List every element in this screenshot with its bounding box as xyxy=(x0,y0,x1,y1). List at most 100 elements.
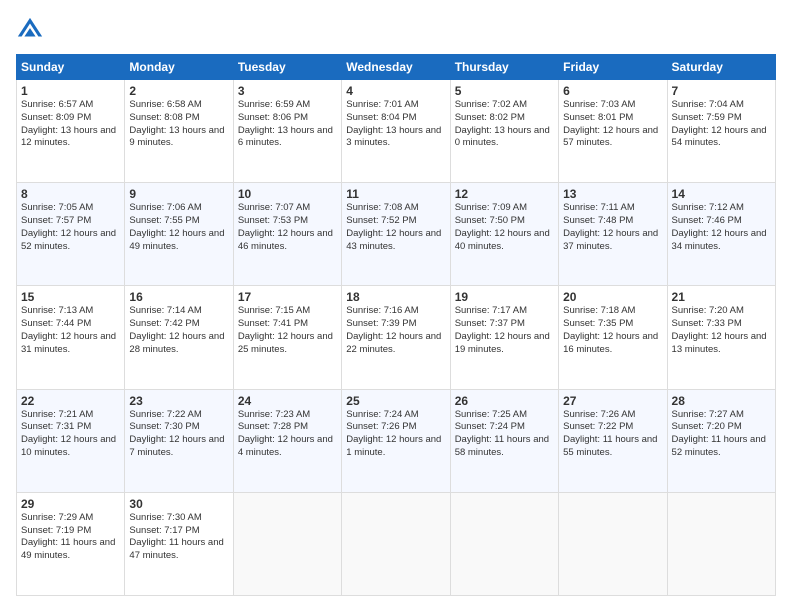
day-info: Sunrise: 7:06 AM Sunset: 7:55 PM Dayligh… xyxy=(129,202,228,253)
day-info: Sunrise: 7:16 AM Sunset: 7:39 PM Dayligh… xyxy=(346,305,445,356)
day-info: Sunrise: 6:58 AM Sunset: 8:08 PM Dayligh… xyxy=(129,99,228,150)
day-info: Sunrise: 7:17 AM Sunset: 7:37 PM Dayligh… xyxy=(455,305,554,356)
day-cell xyxy=(559,492,667,595)
day-info: Sunrise: 6:59 AM Sunset: 8:06 PM Dayligh… xyxy=(238,99,337,150)
day-info: Sunrise: 7:29 AM Sunset: 7:19 PM Dayligh… xyxy=(21,512,120,563)
day-cell: 11Sunrise: 7:08 AM Sunset: 7:52 PM Dayli… xyxy=(342,183,450,286)
day-number: 23 xyxy=(129,394,228,408)
day-info: Sunrise: 7:02 AM Sunset: 8:02 PM Dayligh… xyxy=(455,99,554,150)
day-info: Sunrise: 7:04 AM Sunset: 7:59 PM Dayligh… xyxy=(672,99,771,150)
week-row-5: 29Sunrise: 7:29 AM Sunset: 7:19 PM Dayli… xyxy=(17,492,776,595)
day-number: 6 xyxy=(563,84,662,98)
weekday-header-row: SundayMondayTuesdayWednesdayThursdayFrid… xyxy=(17,55,776,80)
day-number: 25 xyxy=(346,394,445,408)
day-number: 2 xyxy=(129,84,228,98)
day-cell: 10Sunrise: 7:07 AM Sunset: 7:53 PM Dayli… xyxy=(233,183,341,286)
day-number: 28 xyxy=(672,394,771,408)
day-cell: 30Sunrise: 7:30 AM Sunset: 7:17 PM Dayli… xyxy=(125,492,233,595)
day-cell: 8Sunrise: 7:05 AM Sunset: 7:57 PM Daylig… xyxy=(17,183,125,286)
day-cell: 21Sunrise: 7:20 AM Sunset: 7:33 PM Dayli… xyxy=(667,286,775,389)
day-info: Sunrise: 7:22 AM Sunset: 7:30 PM Dayligh… xyxy=(129,409,228,460)
day-cell: 15Sunrise: 7:13 AM Sunset: 7:44 PM Dayli… xyxy=(17,286,125,389)
day-info: Sunrise: 7:21 AM Sunset: 7:31 PM Dayligh… xyxy=(21,409,120,460)
day-cell xyxy=(450,492,558,595)
day-cell: 17Sunrise: 7:15 AM Sunset: 7:41 PM Dayli… xyxy=(233,286,341,389)
day-cell: 23Sunrise: 7:22 AM Sunset: 7:30 PM Dayli… xyxy=(125,389,233,492)
weekday-header-wednesday: Wednesday xyxy=(342,55,450,80)
day-cell xyxy=(342,492,450,595)
day-cell: 12Sunrise: 7:09 AM Sunset: 7:50 PM Dayli… xyxy=(450,183,558,286)
day-cell: 3Sunrise: 6:59 AM Sunset: 8:06 PM Daylig… xyxy=(233,80,341,183)
day-number: 18 xyxy=(346,290,445,304)
weekday-header-tuesday: Tuesday xyxy=(233,55,341,80)
day-info: Sunrise: 7:05 AM Sunset: 7:57 PM Dayligh… xyxy=(21,202,120,253)
day-number: 17 xyxy=(238,290,337,304)
calendar-table: SundayMondayTuesdayWednesdayThursdayFrid… xyxy=(16,54,776,596)
day-number: 14 xyxy=(672,187,771,201)
day-cell: 22Sunrise: 7:21 AM Sunset: 7:31 PM Dayli… xyxy=(17,389,125,492)
day-cell: 13Sunrise: 7:11 AM Sunset: 7:48 PM Dayli… xyxy=(559,183,667,286)
day-number: 26 xyxy=(455,394,554,408)
day-number: 12 xyxy=(455,187,554,201)
day-info: Sunrise: 7:01 AM Sunset: 8:04 PM Dayligh… xyxy=(346,99,445,150)
day-cell xyxy=(667,492,775,595)
day-info: Sunrise: 7:27 AM Sunset: 7:20 PM Dayligh… xyxy=(672,409,771,460)
day-number: 8 xyxy=(21,187,120,201)
day-number: 29 xyxy=(21,497,120,511)
day-info: Sunrise: 7:13 AM Sunset: 7:44 PM Dayligh… xyxy=(21,305,120,356)
day-number: 9 xyxy=(129,187,228,201)
day-number: 3 xyxy=(238,84,337,98)
day-number: 7 xyxy=(672,84,771,98)
day-cell: 16Sunrise: 7:14 AM Sunset: 7:42 PM Dayli… xyxy=(125,286,233,389)
day-number: 10 xyxy=(238,187,337,201)
day-cell: 24Sunrise: 7:23 AM Sunset: 7:28 PM Dayli… xyxy=(233,389,341,492)
day-number: 5 xyxy=(455,84,554,98)
day-info: Sunrise: 7:15 AM Sunset: 7:41 PM Dayligh… xyxy=(238,305,337,356)
day-number: 30 xyxy=(129,497,228,511)
header xyxy=(16,16,776,44)
weekday-header-saturday: Saturday xyxy=(667,55,775,80)
day-number: 27 xyxy=(563,394,662,408)
day-cell: 26Sunrise: 7:25 AM Sunset: 7:24 PM Dayli… xyxy=(450,389,558,492)
day-cell: 18Sunrise: 7:16 AM Sunset: 7:39 PM Dayli… xyxy=(342,286,450,389)
day-info: Sunrise: 7:23 AM Sunset: 7:28 PM Dayligh… xyxy=(238,409,337,460)
day-info: Sunrise: 7:26 AM Sunset: 7:22 PM Dayligh… xyxy=(563,409,662,460)
day-info: Sunrise: 7:14 AM Sunset: 7:42 PM Dayligh… xyxy=(129,305,228,356)
day-cell: 14Sunrise: 7:12 AM Sunset: 7:46 PM Dayli… xyxy=(667,183,775,286)
weekday-header-sunday: Sunday xyxy=(17,55,125,80)
day-number: 24 xyxy=(238,394,337,408)
day-number: 16 xyxy=(129,290,228,304)
day-info: Sunrise: 7:11 AM Sunset: 7:48 PM Dayligh… xyxy=(563,202,662,253)
day-info: Sunrise: 7:25 AM Sunset: 7:24 PM Dayligh… xyxy=(455,409,554,460)
day-number: 1 xyxy=(21,84,120,98)
day-number: 19 xyxy=(455,290,554,304)
day-info: Sunrise: 7:07 AM Sunset: 7:53 PM Dayligh… xyxy=(238,202,337,253)
day-cell: 19Sunrise: 7:17 AM Sunset: 7:37 PM Dayli… xyxy=(450,286,558,389)
week-row-4: 22Sunrise: 7:21 AM Sunset: 7:31 PM Dayli… xyxy=(17,389,776,492)
day-cell: 25Sunrise: 7:24 AM Sunset: 7:26 PM Dayli… xyxy=(342,389,450,492)
day-info: Sunrise: 7:20 AM Sunset: 7:33 PM Dayligh… xyxy=(672,305,771,356)
day-info: Sunrise: 7:18 AM Sunset: 7:35 PM Dayligh… xyxy=(563,305,662,356)
day-cell: 5Sunrise: 7:02 AM Sunset: 8:02 PM Daylig… xyxy=(450,80,558,183)
day-cell: 20Sunrise: 7:18 AM Sunset: 7:35 PM Dayli… xyxy=(559,286,667,389)
day-cell: 27Sunrise: 7:26 AM Sunset: 7:22 PM Dayli… xyxy=(559,389,667,492)
day-cell: 6Sunrise: 7:03 AM Sunset: 8:01 PM Daylig… xyxy=(559,80,667,183)
day-cell: 2Sunrise: 6:58 AM Sunset: 8:08 PM Daylig… xyxy=(125,80,233,183)
day-info: Sunrise: 6:57 AM Sunset: 8:09 PM Dayligh… xyxy=(21,99,120,150)
day-cell: 4Sunrise: 7:01 AM Sunset: 8:04 PM Daylig… xyxy=(342,80,450,183)
day-info: Sunrise: 7:24 AM Sunset: 7:26 PM Dayligh… xyxy=(346,409,445,460)
day-info: Sunrise: 7:30 AM Sunset: 7:17 PM Dayligh… xyxy=(129,512,228,563)
day-info: Sunrise: 7:12 AM Sunset: 7:46 PM Dayligh… xyxy=(672,202,771,253)
day-info: Sunrise: 7:03 AM Sunset: 8:01 PM Dayligh… xyxy=(563,99,662,150)
day-number: 4 xyxy=(346,84,445,98)
page: SundayMondayTuesdayWednesdayThursdayFrid… xyxy=(0,0,792,612)
day-number: 11 xyxy=(346,187,445,201)
day-cell: 7Sunrise: 7:04 AM Sunset: 7:59 PM Daylig… xyxy=(667,80,775,183)
day-info: Sunrise: 7:08 AM Sunset: 7:52 PM Dayligh… xyxy=(346,202,445,253)
day-number: 22 xyxy=(21,394,120,408)
day-number: 15 xyxy=(21,290,120,304)
day-cell: 29Sunrise: 7:29 AM Sunset: 7:19 PM Dayli… xyxy=(17,492,125,595)
day-cell: 9Sunrise: 7:06 AM Sunset: 7:55 PM Daylig… xyxy=(125,183,233,286)
day-cell xyxy=(233,492,341,595)
logo-icon xyxy=(16,16,44,44)
